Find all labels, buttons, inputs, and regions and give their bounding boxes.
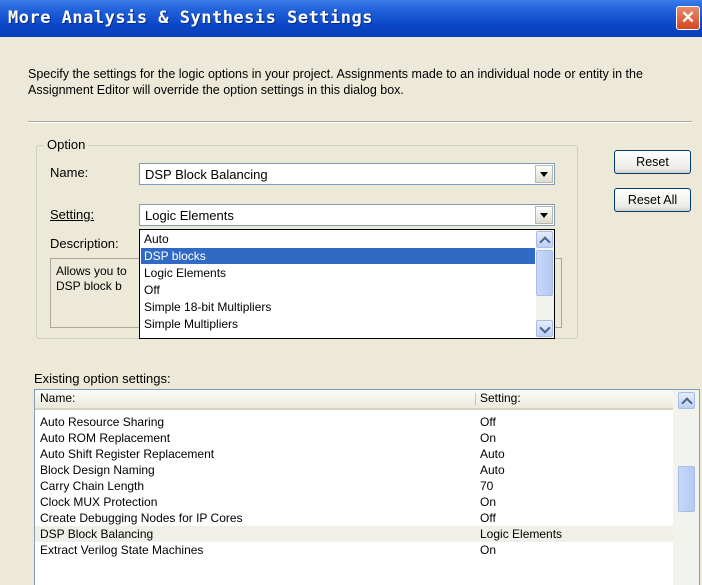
row-name: Create Debugging Nodes for IP Cores [40, 511, 243, 525]
dropdown-option-simple-18bit[interactable]: Simple 18-bit Multipliers [141, 299, 535, 315]
name-value: DSP Block Balancing [145, 167, 268, 182]
dropdown-option-simple-multipliers[interactable]: Simple Multipliers [141, 316, 535, 332]
table-row-selected[interactable]: DSP Block Balancing Logic Elements [35, 526, 673, 542]
row-name: Auto Resource Sharing [40, 415, 165, 429]
intro-text: Specify the settings for the logic optio… [28, 67, 643, 97]
close-icon: ✕ [680, 8, 696, 27]
row-setting: Off [480, 511, 496, 525]
dropdown-option-auto[interactable]: Auto [141, 231, 535, 247]
row-setting: On [480, 543, 497, 557]
column-header-setting[interactable]: Setting: [480, 391, 521, 405]
setting-label: Setting: [50, 207, 95, 222]
chevron-up-icon [681, 397, 693, 409]
reset-all-button[interactable]: Reset All [614, 188, 691, 212]
row-name: Auto Shift Register Replacement [40, 447, 215, 461]
setting-dropdown-list[interactable]: Auto DSP blocks Logic Elements Off Simpl… [139, 229, 555, 339]
setting-combobox[interactable]: Logic Elements [139, 204, 555, 226]
setting-dropdown-button[interactable] [535, 206, 553, 224]
table-row[interactable]: Carry Chain Length 70 [35, 478, 673, 494]
row-setting: Off [480, 415, 496, 429]
table-row[interactable]: Auto Resource Sharing Off [35, 414, 673, 430]
reset-all-button-label: Reset All [627, 193, 678, 207]
reset-button[interactable]: Reset [614, 150, 691, 174]
scroll-down-button[interactable] [536, 320, 553, 337]
row-setting: 70 [480, 479, 494, 493]
list-scrollbar[interactable] [673, 390, 699, 585]
row-name: Clock MUX Protection [40, 495, 158, 509]
description-line: DSP block b [56, 279, 122, 293]
window-title: More Analysis & Synthesis Settings [8, 8, 373, 28]
description-label: Description: [50, 236, 119, 251]
existing-settings-list[interactable]: Name: Setting: Auto Resource Sharing Off … [34, 389, 700, 585]
existing-settings-label: Existing option settings: [34, 371, 171, 386]
scroll-up-button[interactable] [678, 392, 695, 409]
row-setting: Logic Elements [480, 527, 563, 541]
column-header-name[interactable]: Name: [40, 391, 75, 405]
row-setting: On [480, 431, 497, 445]
scroll-thumb[interactable] [536, 250, 553, 296]
column-divider[interactable] [475, 393, 476, 405]
chevron-down-icon [539, 322, 551, 334]
scroll-up-button[interactable] [536, 231, 553, 248]
scroll-thumb[interactable] [678, 466, 695, 512]
row-name: Block Design Naming [40, 463, 155, 477]
setting-value: Logic Elements [145, 208, 234, 223]
table-row[interactable]: Extract Verilog State Machines On [35, 542, 673, 558]
row-setting: Auto [480, 447, 505, 461]
title-bar: More Analysis & Synthesis Settings ✕ [0, 0, 702, 37]
table-row[interactable]: Block Design Naming Auto [35, 462, 673, 478]
close-button[interactable]: ✕ [676, 6, 700, 30]
name-label: Name: [50, 165, 89, 180]
row-name: Extract Verilog State Machines [40, 543, 204, 557]
name-dropdown-button[interactable] [535, 165, 553, 183]
table-row[interactable]: Create Debugging Nodes for IP Cores Off [35, 510, 673, 526]
list-header: Name: Setting: [35, 390, 673, 410]
table-row[interactable]: Clock MUX Protection On [35, 494, 673, 510]
row-name: Auto ROM Replacement [40, 431, 171, 445]
name-combobox[interactable]: DSP Block Balancing [139, 163, 555, 185]
separator [28, 121, 692, 123]
dropdown-option-off[interactable]: Off [141, 282, 535, 298]
chevron-down-icon [540, 213, 548, 218]
table-row[interactable]: Auto ROM Replacement On [35, 430, 673, 446]
chevron-up-icon [539, 236, 551, 248]
dropdown-scrollbar[interactable] [536, 230, 554, 338]
row-setting: Auto [480, 463, 505, 477]
row-setting: On [480, 495, 497, 509]
table-row[interactable]: Auto Shift Register Replacement Auto [35, 446, 673, 462]
row-name: Carry Chain Length [40, 479, 145, 493]
chevron-down-icon [540, 172, 548, 177]
option-group-label: Option [44, 137, 89, 152]
row-name: DSP Block Balancing [40, 527, 154, 541]
reset-button-label: Reset [636, 155, 669, 169]
dropdown-option-dsp-blocks[interactable]: DSP blocks [141, 248, 535, 264]
description-line: Allows you to [56, 264, 127, 278]
dropdown-option-logic-elements[interactable]: Logic Elements [141, 265, 535, 281]
